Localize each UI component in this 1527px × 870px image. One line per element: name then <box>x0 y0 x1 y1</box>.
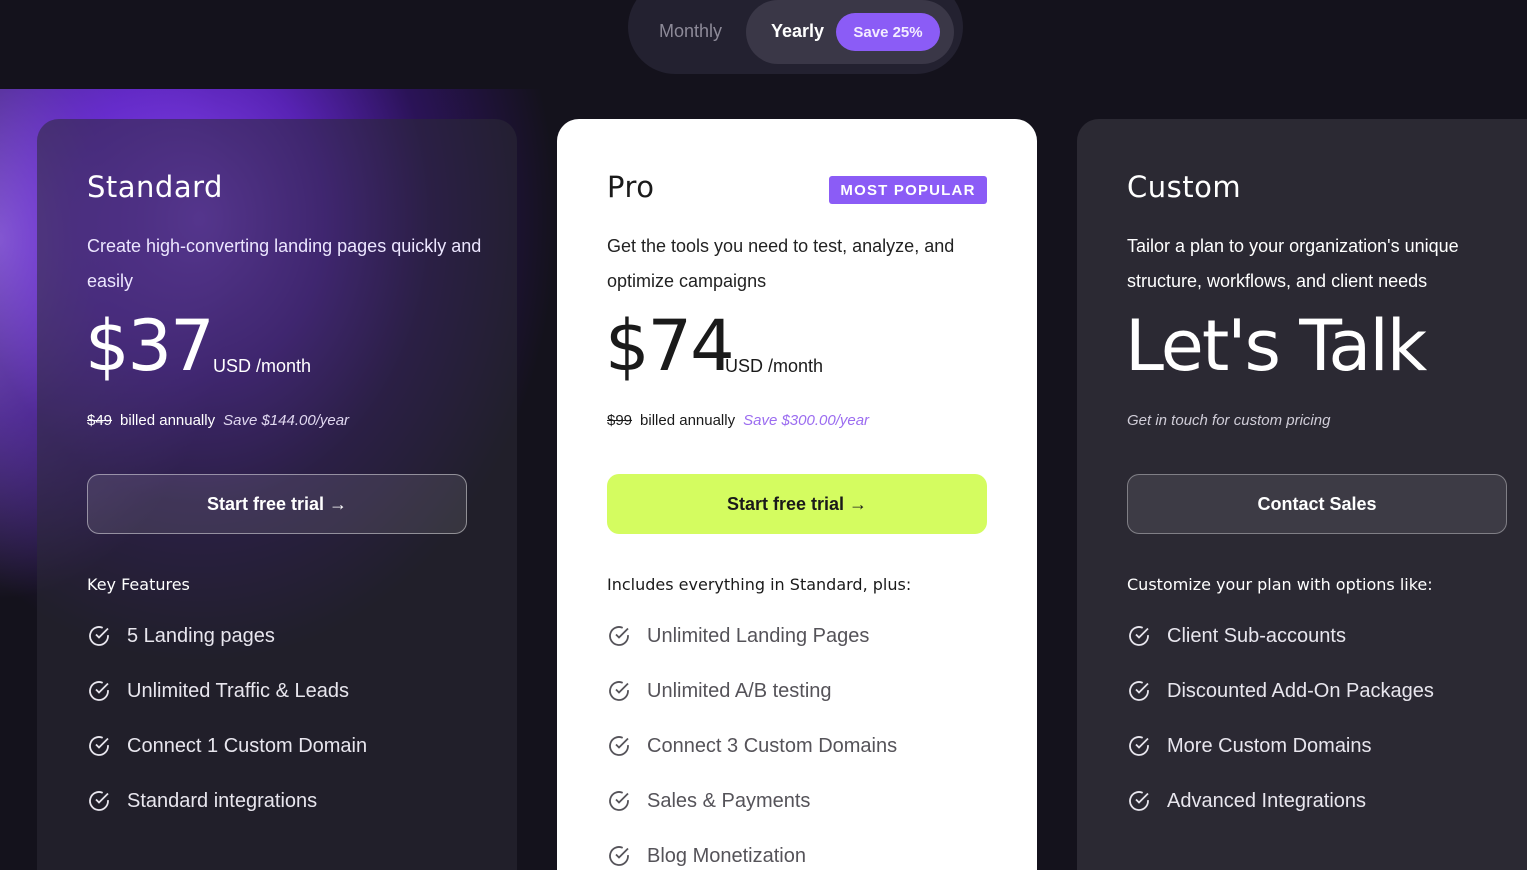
plan-name-pro: Pro <box>607 170 655 204</box>
check-circle-icon <box>609 791 629 811</box>
check-circle-icon <box>1129 626 1149 646</box>
plan-description-pro: Get the tools you need to test, analyze,… <box>607 236 955 291</box>
feature-item: Blog Monetization <box>607 841 806 870</box>
feature-item: Sales & Payments <box>607 786 810 816</box>
feature-item: Standard integrations <box>87 786 317 816</box>
price-custom: Let's Talk <box>1125 305 1427 387</box>
billing-pro: $99 billed annually Save $300.00/year <box>607 412 869 429</box>
price-pro: $74 <box>605 305 735 387</box>
check-circle-icon <box>1129 736 1149 756</box>
feature-item: Unlimited A/B testing <box>607 676 832 706</box>
billing-note-standard: billed annually <box>120 412 216 429</box>
check-circle-icon <box>609 846 629 866</box>
price-unit-pro: USD /month <box>725 356 824 376</box>
feature-item: Client Sub-accounts <box>1127 621 1346 651</box>
check-circle-icon <box>1129 681 1149 701</box>
plan-description-custom: Tailor a plan to your organization's uni… <box>1127 236 1459 291</box>
check-circle-icon <box>1129 791 1149 811</box>
feature-item: Unlimited Traffic & Leads <box>87 676 349 706</box>
check-circle-icon <box>609 681 629 701</box>
check-circle-icon <box>89 791 109 811</box>
plan-name-standard: Standard <box>87 170 223 204</box>
billing-note-pro: billed annually <box>640 412 736 429</box>
feature-item: Discounted Add-On Packages <box>1127 676 1434 706</box>
toggle-yearly-label[interactable]: Yearly <box>771 21 824 42</box>
check-circle-icon <box>89 736 109 756</box>
start-trial-button-pro[interactable]: Start free trial → <box>607 474 987 534</box>
plan-name-custom: Custom <box>1127 170 1242 204</box>
feature-item: Connect 3 Custom Domains <box>607 731 897 761</box>
price-unit-standard: USD /month <box>213 356 312 376</box>
feature-item: Connect 1 Custom Domain <box>87 731 367 761</box>
plan-description-standard: Create high-converting landing pages qui… <box>87 236 482 291</box>
features-title-pro: Includes everything in Standard, plus: <box>607 575 912 594</box>
check-circle-icon <box>609 736 629 756</box>
features-title-custom: Customize your plan with options like: <box>1127 575 1433 594</box>
billing-standard: $49 billed annually Save $144.00/year <box>87 412 349 429</box>
price-standard: $37 <box>85 305 215 387</box>
feature-item: 5 Landing pages <box>87 621 275 651</box>
start-trial-button-standard[interactable]: Start free trial → <box>87 474 467 534</box>
feature-item: Advanced Integrations <box>1127 786 1366 816</box>
most-popular-badge: MOST POPULAR <box>829 176 987 204</box>
check-circle-icon <box>609 626 629 646</box>
features-title-standard: Key Features <box>87 575 190 594</box>
check-circle-icon <box>89 626 109 646</box>
savings-pro: Save $300.00/year <box>743 412 870 429</box>
savings-standard: Save $144.00/year <box>223 412 350 429</box>
toggle-monthly[interactable]: Monthly <box>659 21 722 42</box>
feature-item: More Custom Domains <box>1127 731 1372 761</box>
feature-item: Unlimited Landing Pages <box>607 621 869 651</box>
billing-note-custom: Get in touch for custom pricing <box>1127 412 1331 429</box>
original-price-standard: $49 <box>87 412 113 429</box>
check-circle-icon <box>89 681 109 701</box>
contact-sales-button[interactable]: Contact Sales <box>1127 474 1507 534</box>
original-price-pro: $99 <box>607 412 633 429</box>
save-badge: Save 25% <box>836 13 940 51</box>
